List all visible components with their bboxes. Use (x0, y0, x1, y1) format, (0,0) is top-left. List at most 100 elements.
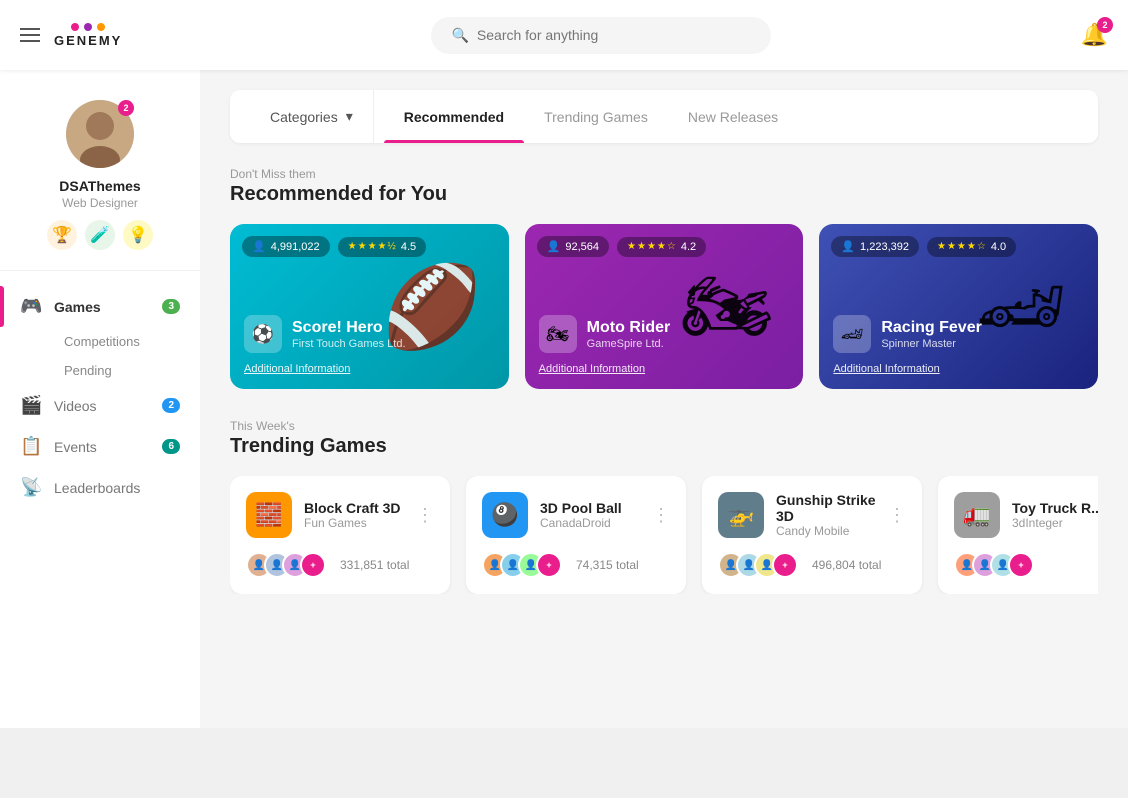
games-badge: 3 (162, 299, 180, 314)
games-subnav: Competitions Pending (0, 327, 200, 385)
events-icon: 📋 (20, 436, 42, 457)
recommended-label: Don't Miss them (230, 167, 1098, 181)
trending-section: This Week's Trending Games 🧱 Block Craft… (230, 419, 1098, 594)
trend-card-2-avatars: 👤 👤 👤 + (482, 552, 554, 578)
trend-card-3[interactable]: 🚁 Gunship Strike 3D Candy Mobile ⋮ 👤 👤 👤… (702, 476, 922, 594)
trend-card-1[interactable]: 🧱 Block Craft 3D Fun Games ⋮ 👤 👤 👤 + 331… (230, 476, 450, 594)
rec-card-3-details: Racing Fever Spinner Master (881, 319, 981, 350)
trend-card-4-icon: 🚛 (954, 492, 1000, 538)
games-icon: 🎮 (20, 296, 42, 317)
user-icon-2: 👤 (547, 240, 561, 253)
rec-card-2-users: 👤 92,564 (537, 236, 609, 257)
user-icon-3: 👤 (841, 240, 855, 253)
trend-card-2-header: 🎱 3D Pool Ball CanadaDroid ⋮ (482, 492, 670, 538)
trend-card-3-icon: 🚁 (718, 492, 764, 538)
avatar-badge: 2 (118, 100, 134, 116)
sidebar-item-leaderboards[interactable]: 📡 Leaderboards (0, 467, 200, 508)
header: GENEMY 🔍 🔔 2 (0, 0, 1128, 70)
avatar-wrap: 2 (66, 100, 134, 168)
tab-trending-games[interactable]: Trending Games (524, 91, 668, 143)
avatar-plus-3: + (772, 552, 798, 578)
events-badge: 6 (162, 439, 180, 454)
trend-card-1-icon: 🧱 (246, 492, 292, 538)
user-section: 2 DSAThemes Web Designer 🏆 🧪 💡 (0, 90, 200, 271)
rec-card-1-users: 👤 4,991,022 (242, 236, 330, 257)
rec-card-3-users: 👤 1,223,392 (831, 236, 919, 257)
sidebar-item-events-label: Events (54, 439, 97, 455)
trend-card-2[interactable]: 🎱 3D Pool Ball CanadaDroid ⋮ 👤 👤 👤 + 74,… (466, 476, 686, 594)
trend-card-4-footer: 👤 👤 👤 + (954, 552, 1098, 578)
user-role: Web Designer (20, 196, 180, 210)
rec-card-3-link[interactable]: Additional Information (833, 363, 939, 375)
leaderboards-icon: 📡 (20, 477, 42, 498)
rec-card-3-icon: 🏎 (833, 315, 871, 353)
header-left: GENEMY (20, 23, 122, 48)
logo-dot-2 (84, 23, 92, 31)
chevron-down-icon: ▾ (346, 108, 353, 125)
trend-card-1-menu[interactable]: ⋮ (416, 505, 434, 526)
main-content: Categories ▾ Recommended Trending Games … (200, 70, 1128, 728)
notification-button[interactable]: 🔔 2 (1081, 22, 1108, 48)
sidebar-item-events[interactable]: 📋 Events 6 (0, 426, 200, 467)
search-bar[interactable]: 🔍 (431, 17, 771, 54)
rec-card-1-icon: ⚽ (244, 315, 282, 353)
user-icon: 👤 (252, 240, 266, 253)
tab-recommended[interactable]: Recommended (384, 91, 524, 143)
search-input[interactable] (477, 27, 752, 43)
recommended-section: Don't Miss them Recommended for You 👤 4,… (230, 167, 1098, 389)
trend-card-3-avatars: 👤 👤 👤 + (718, 552, 790, 578)
trend-card-3-menu[interactable]: ⋮ (888, 505, 906, 526)
badge-lab: 🧪 (85, 220, 115, 250)
rec-card-1-details: Score! Hero First Touch Games Ltd. (292, 319, 406, 350)
sidebar-item-games-label: Games (54, 299, 101, 315)
trend-card-3-total: 496,804 total (812, 558, 881, 572)
sidebar-item-games[interactable]: 🎮 Games 3 (0, 286, 200, 327)
videos-icon: 🎬 (20, 395, 42, 416)
rec-card-2-details: Moto Rider GameSpire Ltd. (587, 319, 671, 350)
notification-badge: 2 (1097, 17, 1113, 33)
sidebar-item-competitions[interactable]: Competitions (54, 327, 200, 356)
nav-section: 🎮 Games 3 Competitions Pending 🎬 Videos … (0, 271, 200, 523)
rec-card-2-link[interactable]: Additional Information (539, 363, 645, 375)
hamburger-menu[interactable] (20, 28, 40, 42)
user-badges: 🏆 🧪 💡 (20, 220, 180, 250)
trending-cards: 🧱 Block Craft 3D Fun Games ⋮ 👤 👤 👤 + 331… (230, 476, 1098, 594)
sidebar: 2 DSAThemes Web Designer 🏆 🧪 💡 🎮 Games 3… (0, 70, 200, 728)
trend-card-2-menu[interactable]: ⋮ (652, 505, 670, 526)
sidebar-item-pending[interactable]: Pending (54, 356, 200, 385)
trend-card-3-footer: 👤 👤 👤 + 496,804 total (718, 552, 906, 578)
badge-trophy: 🏆 (47, 220, 77, 250)
rec-card-1-link[interactable]: Additional Information (244, 363, 350, 375)
rec-card-2[interactable]: 👤 92,564 ★★★★☆ 4.2 🏍 🏍 Moto Rider Game (525, 224, 804, 389)
trending-title: Trending Games (230, 435, 1098, 458)
sidebar-item-videos[interactable]: 🎬 Videos 2 (0, 385, 200, 426)
trend-card-4-header: 🚛 Toy Truck R... 3dInteger ⋮ (954, 492, 1098, 538)
rec-card-1-game-info: ⚽ Score! Hero First Touch Games Ltd. (244, 315, 495, 353)
logo-text: GENEMY (54, 33, 122, 48)
trend-card-1-header: 🧱 Block Craft 3D Fun Games ⋮ (246, 492, 434, 538)
rec-card-2-body: 🏍 Moto Rider GameSpire Ltd. Additional I… (525, 305, 804, 389)
avatar-plus-2: + (536, 552, 562, 578)
logo: GENEMY (54, 23, 122, 48)
avatar-plus: + (300, 552, 326, 578)
main-tabs: Categories ▾ Recommended Trending Games … (230, 90, 1098, 143)
rec-card-3-game-info: 🏎 Racing Fever Spinner Master (833, 315, 1084, 353)
trend-card-3-info: Gunship Strike 3D Candy Mobile (776, 492, 876, 538)
trend-card-2-icon: 🎱 (482, 492, 528, 538)
rec-card-3[interactable]: 👤 1,223,392 ★★★★☆ 4.0 🏎 🏎 Racing Fever (819, 224, 1098, 389)
trend-card-4-avatars: 👤 👤 👤 + (954, 552, 1026, 578)
tab-categories[interactable]: Categories ▾ (250, 90, 374, 143)
rec-card-2-game-info: 🏍 Moto Rider GameSpire Ltd. (539, 315, 790, 353)
trend-card-2-info: 3D Pool Ball CanadaDroid (540, 500, 622, 530)
trend-card-4-info: Toy Truck R... 3dInteger (1012, 500, 1098, 530)
tab-new-releases[interactable]: New Releases (668, 91, 798, 143)
trend-card-4[interactable]: 🚛 Toy Truck R... 3dInteger ⋮ 👤 👤 👤 + (938, 476, 1098, 594)
rec-card-1[interactable]: 👤 4,991,022 ★★★★½ 4.5 🏈 ⚽ Score! Hero (230, 224, 509, 389)
logo-dot-1 (71, 23, 79, 31)
trend-card-1-avatars: 👤 👤 👤 + (246, 552, 318, 578)
trend-card-1-info: Block Craft 3D Fun Games (304, 500, 400, 530)
trend-card-2-total: 74,315 total (576, 558, 639, 572)
badge-bulb: 💡 (123, 220, 153, 250)
search-icon: 🔍 (451, 27, 468, 44)
sidebar-item-leaderboards-label: Leaderboards (54, 480, 140, 496)
